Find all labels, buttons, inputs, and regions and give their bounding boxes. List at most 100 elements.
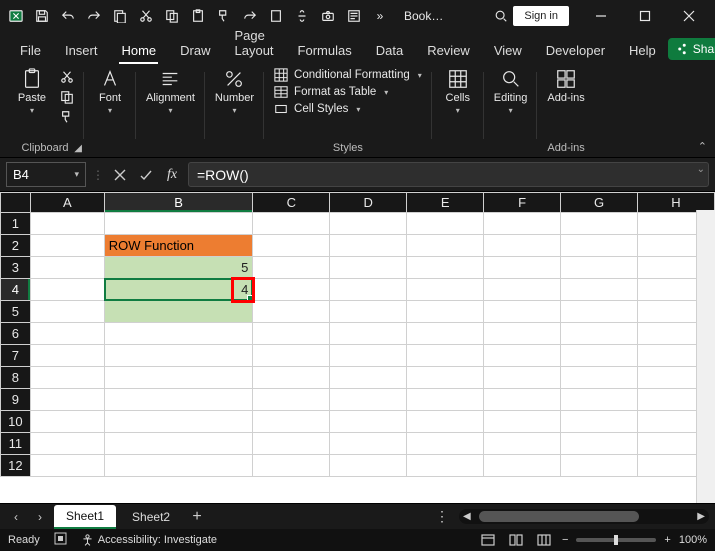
scroll-right-icon[interactable]: ▶: [697, 511, 705, 522]
chevron-down-icon: ▾: [418, 71, 422, 80]
tab-home[interactable]: Home: [109, 37, 168, 64]
row-header[interactable]: 3: [1, 257, 31, 279]
paste-small-icon[interactable]: [186, 4, 210, 28]
cell-b5[interactable]: [104, 301, 253, 323]
col-header-e[interactable]: E: [407, 193, 484, 213]
undo-icon[interactable]: [56, 4, 80, 28]
tab-draw[interactable]: Draw: [168, 37, 222, 64]
tab-view[interactable]: View: [482, 37, 534, 64]
excel-app-icon[interactable]: [4, 4, 28, 28]
tab-file[interactable]: File: [8, 37, 53, 64]
horizontal-scrollbar[interactable]: ◀ ▶: [459, 509, 709, 524]
zoom-in-button[interactable]: +: [664, 534, 670, 546]
macro-record-icon[interactable]: [54, 532, 67, 548]
expand-formula-bar-icon[interactable]: ⌄: [697, 164, 705, 175]
col-header-d[interactable]: D: [330, 193, 407, 213]
select-all-corner[interactable]: [1, 193, 31, 213]
page-layout-view-icon[interactable]: [506, 532, 526, 548]
accessibility-status[interactable]: Accessibility: Investigate: [81, 534, 217, 547]
row-header[interactable]: 12: [1, 455, 31, 477]
worksheet-grid[interactable]: A B C D E F G H 1 2ROW Function 35 44 5 …: [0, 192, 715, 503]
formula-input[interactable]: =ROW(): [188, 162, 709, 187]
tab-formulas[interactable]: Formulas: [286, 37, 364, 64]
strike-icon[interactable]: [290, 4, 314, 28]
number-label: Number: [215, 92, 254, 104]
col-header-g[interactable]: G: [561, 193, 638, 213]
sheet-tab-1[interactable]: Sheet1: [54, 505, 116, 529]
row-header[interactable]: 5: [1, 301, 31, 323]
tab-page-layout[interactable]: Page Layout: [223, 22, 286, 64]
conditional-formatting-button[interactable]: Conditional Formatting▾: [270, 68, 426, 82]
cancel-formula-icon[interactable]: [110, 163, 130, 187]
zoom-percent[interactable]: 100%: [679, 534, 707, 546]
scrollbar-thumb[interactable]: [479, 511, 639, 522]
row-header[interactable]: 7: [1, 345, 31, 367]
zoom-slider-handle[interactable]: [614, 535, 618, 545]
copy-mini-icon[interactable]: [56, 88, 78, 106]
form-icon[interactable]: [342, 4, 366, 28]
row-header[interactable]: 6: [1, 323, 31, 345]
editing-button[interactable]: Editing ▾: [490, 66, 532, 117]
save-icon[interactable]: [30, 4, 54, 28]
addins-button[interactable]: Add-ins: [543, 66, 588, 106]
cells-button[interactable]: Cells ▾: [438, 66, 478, 117]
row-header[interactable]: 9: [1, 389, 31, 411]
cell-b3[interactable]: 5: [104, 257, 253, 279]
format-painter-mini-icon[interactable]: [56, 108, 78, 126]
collapse-ribbon-icon[interactable]: ⌃: [698, 140, 707, 153]
number-button[interactable]: Number ▾: [211, 66, 258, 117]
minimize-button[interactable]: [579, 0, 623, 32]
insert-function-icon[interactable]: fx: [162, 163, 182, 187]
zoom-out-button[interactable]: −: [562, 534, 568, 546]
tab-data[interactable]: Data: [364, 37, 415, 64]
cut-mini-icon[interactable]: [56, 68, 78, 86]
paste-button[interactable]: Paste ▾: [12, 66, 52, 117]
camera-icon[interactable]: [316, 4, 340, 28]
row-header[interactable]: 10: [1, 411, 31, 433]
cut-icon[interactable]: [134, 4, 158, 28]
zoom-slider[interactable]: [576, 538, 656, 542]
row-header[interactable]: 2: [1, 235, 31, 257]
row-header[interactable]: 8: [1, 367, 31, 389]
alignment-button[interactable]: Alignment ▾: [142, 66, 199, 117]
prev-sheet-button[interactable]: ‹: [6, 510, 26, 524]
dialog-launcher-icon[interactable]: ◢: [74, 143, 82, 154]
next-sheet-button[interactable]: ›: [30, 510, 50, 524]
signin-button[interactable]: Sign in: [513, 6, 569, 26]
col-header-a[interactable]: A: [30, 193, 104, 213]
copy-icon[interactable]: [160, 4, 184, 28]
row-header[interactable]: 1: [1, 213, 31, 235]
normal-view-icon[interactable]: [478, 532, 498, 548]
tab-insert[interactable]: Insert: [53, 37, 110, 64]
search-icon[interactable]: [489, 4, 513, 28]
sheet-tab-2[interactable]: Sheet2: [120, 506, 182, 528]
cell-b2[interactable]: ROW Function: [104, 235, 253, 257]
scroll-left-icon[interactable]: ◀: [463, 511, 471, 522]
col-header-h[interactable]: H: [638, 193, 715, 213]
format-as-table-button[interactable]: Format as Table▾: [270, 85, 426, 99]
close-button[interactable]: [667, 0, 711, 32]
new-file-icon[interactable]: [108, 4, 132, 28]
row-header[interactable]: 4: [1, 279, 31, 301]
tab-help[interactable]: Help: [617, 37, 668, 64]
addins-icon: [555, 68, 577, 90]
maximize-button[interactable]: [623, 0, 667, 32]
col-header-f[interactable]: F: [484, 193, 561, 213]
enter-formula-icon[interactable]: [136, 163, 156, 187]
font-button[interactable]: Font ▾: [90, 66, 130, 117]
col-header-b[interactable]: B: [104, 193, 253, 213]
row-header[interactable]: 11: [1, 433, 31, 455]
page-break-view-icon[interactable]: [534, 532, 554, 548]
cell-b4[interactable]: 4: [104, 279, 253, 301]
tab-options-icon[interactable]: ⋮: [435, 508, 449, 525]
tab-developer[interactable]: Developer: [534, 37, 617, 64]
name-box[interactable]: B4 ▾: [6, 162, 86, 187]
tab-review[interactable]: Review: [415, 37, 482, 64]
cell-styles-button[interactable]: Cell Styles▾: [270, 102, 426, 116]
overflow-icon[interactable]: »: [368, 4, 392, 28]
share-button[interactable]: Share ▾: [668, 38, 715, 60]
col-header-c[interactable]: C: [253, 193, 330, 213]
add-sheet-button[interactable]: +: [186, 508, 208, 526]
group-styles: Conditional Formatting▾ Format as Table▾…: [264, 66, 432, 157]
redo-icon[interactable]: [82, 4, 106, 28]
